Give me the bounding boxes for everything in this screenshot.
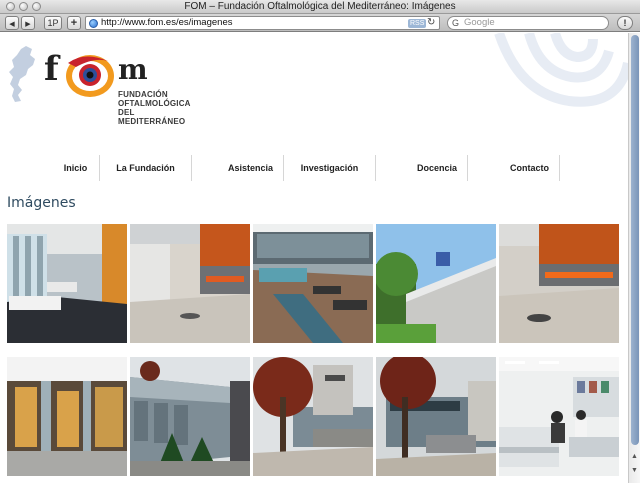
facade-photo: [130, 357, 250, 476]
nav-item-asistencia[interactable]: Asistencia: [192, 155, 284, 181]
scrollbar-thumb[interactable]: [631, 35, 639, 445]
nav-item-contacto[interactable]: Contacto: [468, 155, 560, 181]
eye-logo-icon: [66, 55, 114, 97]
page-menu-button[interactable]: !: [617, 16, 633, 30]
gallery-photo-street[interactable]: [253, 357, 373, 476]
nav-item-inicio[interactable]: Inicio: [52, 155, 100, 181]
forward-arrow-icon: ▶: [25, 21, 31, 28]
logo-tagline: FUNDACIÓN OFTALMOLÓGICA DEL MEDITERRÁNEO: [118, 90, 191, 126]
gallery-photo-courtyard[interactable]: [253, 224, 373, 343]
browser-toolbar: ◀ ▶ 1P + http://www.fom.es/es/imagenes R…: [0, 14, 640, 32]
search-field[interactable]: G Google: [447, 16, 609, 30]
gallery-photo-entrance[interactable]: [7, 357, 127, 476]
scroll-down-arrow-icon[interactable]: ▼: [631, 467, 638, 474]
window-titlebar: FOM – Fundación Oftalmológica del Medite…: [0, 0, 640, 14]
street-photo: [253, 357, 373, 476]
gallery-photo-office[interactable]: [499, 357, 619, 476]
region-map-icon: [9, 46, 35, 102]
courtyard-photo: [253, 224, 373, 343]
office-photo: [499, 357, 619, 476]
window-title: FOM – Fundación Oftalmológica del Medite…: [184, 1, 456, 12]
lobby-photo: [7, 224, 127, 343]
google-search-icon: G: [452, 18, 460, 28]
entrance-photo: [7, 357, 127, 476]
url-text[interactable]: http://www.fom.es/es/imagenes: [101, 17, 232, 29]
logo-letter-m: m: [118, 53, 148, 86]
nav-item-docencia[interactable]: Docencia: [376, 155, 468, 181]
main-navigation: Inicio La Fundación Asistencia Investiga…: [0, 155, 628, 181]
alert-icon: !: [623, 18, 627, 28]
forward-button[interactable]: ▶: [21, 16, 35, 30]
close-window-button[interactable]: [6, 2, 15, 11]
logo-line-1: FUNDACIÓN: [118, 90, 168, 99]
terrace-photo: [376, 224, 496, 343]
reload-icon[interactable]: ↻: [427, 17, 435, 29]
search-placeholder: Google: [464, 17, 495, 28]
add-bookmark-button[interactable]: +: [67, 16, 81, 30]
back-button[interactable]: ◀: [5, 16, 19, 30]
nav-item-la-fundacion[interactable]: La Fundación: [100, 155, 192, 181]
gallery-photo-reception[interactable]: [130, 224, 250, 343]
gallery-photo-facade[interactable]: [130, 357, 250, 476]
nav-item-investigacion[interactable]: Investigación: [284, 155, 376, 181]
address-bar[interactable]: http://www.fom.es/es/imagenes RSS ↻: [85, 16, 440, 30]
scroll-up-arrow-icon[interactable]: ▲: [631, 453, 638, 460]
gallery-photo-building[interactable]: [376, 357, 496, 476]
logo-letter-f: f: [44, 49, 59, 89]
logo-line-2: OFTALMOLÓGICA: [118, 99, 191, 108]
globe-icon: [89, 19, 98, 28]
building-photo: [376, 357, 496, 476]
page-title: Imágenes: [7, 195, 76, 211]
hall-photo: [499, 224, 619, 343]
window-controls: [6, 2, 41, 11]
reception-photo: [130, 224, 250, 343]
zoom-window-button[interactable]: [32, 2, 41, 11]
plus-icon: +: [70, 17, 78, 29]
gallery-photo-hall[interactable]: [499, 224, 619, 343]
rss-button[interactable]: RSS: [408, 19, 427, 28]
vertical-scrollbar[interactable]: ▲ ▼: [628, 33, 640, 483]
minimize-window-button[interactable]: [19, 2, 28, 11]
history-label: 1P: [47, 18, 59, 28]
logo-line-3: DEL MEDITERRÁNEO: [118, 108, 186, 126]
history-button[interactable]: 1P: [44, 16, 62, 30]
web-page: f m FUNDACIÓN OFTALMOLÓGICA DEL MEDITERR…: [0, 33, 628, 483]
decorative-swirl-icon: [494, 33, 628, 107]
gallery-photo-terrace[interactable]: [376, 224, 496, 343]
back-arrow-icon: ◀: [9, 21, 15, 28]
gallery-photo-lobby[interactable]: [7, 224, 127, 343]
